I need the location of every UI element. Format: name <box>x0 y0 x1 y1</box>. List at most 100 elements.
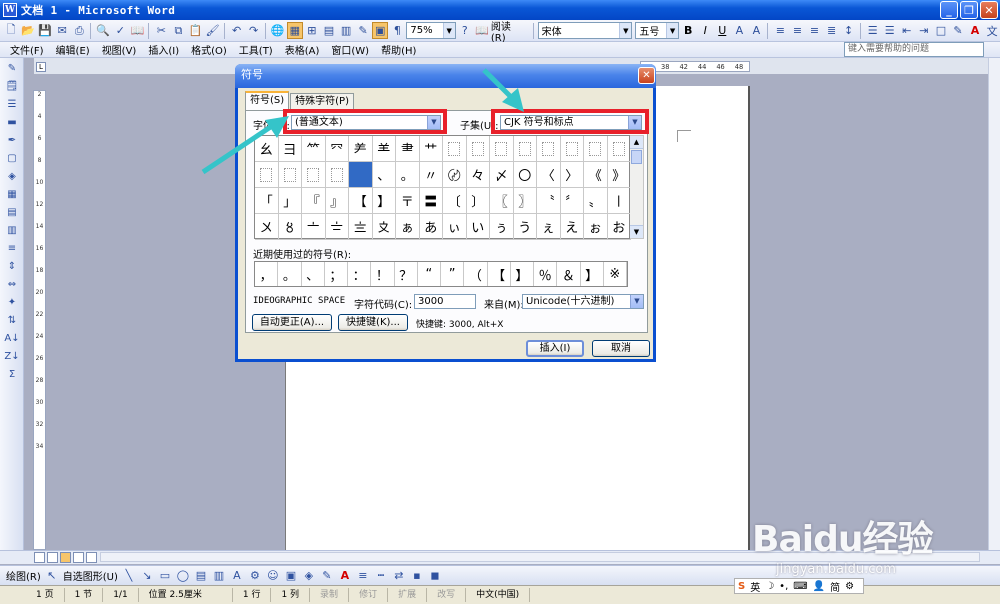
diagram-icon[interactable]: ⚙ <box>248 569 262 583</box>
cut-icon[interactable]: ✂ <box>153 22 169 39</box>
symbol-cell[interactable]: 〝 <box>537 188 561 214</box>
symbol-cell[interactable]: ⺶ <box>349 136 373 162</box>
symbol-cell[interactable] <box>443 136 467 162</box>
symbol-cell[interactable]: ⺷ <box>372 136 396 162</box>
symbol-cell[interactable]: 〧 <box>325 214 349 240</box>
reading-mode-button[interactable]: 阅读(R) <box>491 18 524 44</box>
symbol-cell[interactable]: お <box>607 214 631 240</box>
symbol-cell[interactable]: 〄 <box>443 162 467 188</box>
symbol-cell[interactable]: 、 <box>372 162 396 188</box>
autoshapes-button[interactable]: 自选图形(U) <box>63 568 118 583</box>
symbol-cell[interactable]: 〃 <box>419 162 443 188</box>
fill-color-icon[interactable]: ◈ <box>302 569 316 583</box>
restore-button[interactable]: ❐ <box>960 1 978 19</box>
symbol-cell[interactable] <box>560 136 584 162</box>
char-shading-icon[interactable]: A <box>748 22 764 39</box>
line-style-icon[interactable]: ≡ <box>356 569 370 583</box>
symbol-cell[interactable]: ⺾ <box>419 136 443 162</box>
bold-button[interactable]: B <box>680 22 696 39</box>
scroll-down-icon[interactable]: ▼ <box>630 225 643 238</box>
menu-format[interactable]: 格式(O) <box>191 42 227 57</box>
symbol-cell[interactable]: 〩 <box>372 214 396 240</box>
vertical-ruler[interactable]: 2 4 6 8 10 12 14 16 18 20 22 24 26 28 30… <box>33 90 46 550</box>
symbol-cell[interactable]: 〔 <box>443 188 467 214</box>
symbol-cell[interactable]: 〡 <box>607 188 631 214</box>
pen-icon[interactable]: ✒ <box>3 132 21 148</box>
symbol-cell[interactable]: 『 <box>302 188 326 214</box>
distribute-cols-icon[interactable]: ⇔ <box>3 276 21 292</box>
recent-symbol-cell[interactable]: （ <box>464 262 488 286</box>
edit-icon[interactable]: ✎ <box>3 60 21 76</box>
symbol-grid-scrollbar[interactable]: ▲ ▼ <box>630 135 644 239</box>
line-icon[interactable]: ╲ <box>122 569 136 583</box>
line-color-icon[interactable]: ✎ <box>320 569 334 583</box>
recent-symbol-cell[interactable]: ， <box>255 262 279 286</box>
recent-symbol-cell[interactable]: ！ <box>371 262 395 286</box>
symbol-cell[interactable]: 〉 <box>560 162 584 188</box>
symbol-cell[interactable]: 〗 <box>513 188 537 214</box>
from-select[interactable]: Unicode(十六进制) ▼ <box>522 294 644 309</box>
symbol-grid[interactable]: ⺓⺕⺮⺳⺶⺷⺻⺾ 、。〃〄々〆〇〈〉《》「」『』【】〒〓〔〕〖〗〝〞〟〡〤〥〦〧… <box>254 135 631 240</box>
scroll-up-icon[interactable]: ▲ <box>630 136 643 149</box>
phonetic-guide-icon[interactable]: 文 <box>984 22 1000 39</box>
bullets-icon[interactable]: ☰ <box>882 22 898 39</box>
status-overtype[interactable]: 改写 <box>427 588 467 602</box>
insert-excel-icon[interactable]: ▤ <box>321 22 337 39</box>
menu-help[interactable]: 帮助(H) <box>381 42 416 57</box>
symbol-cell[interactable] <box>607 136 631 162</box>
symbol-cell[interactable]: ぃ <box>443 214 467 240</box>
symbol-cell[interactable] <box>490 136 514 162</box>
symbol-cell[interactable]: 〒 <box>396 188 420 214</box>
symbol-cell[interactable]: 》 <box>607 162 631 188</box>
char-border-icon[interactable]: A <box>731 22 747 39</box>
menu-insert[interactable]: 插入(I) <box>148 42 179 57</box>
recent-symbol-cell[interactable]: ： <box>348 262 372 286</box>
recent-symbol-cell[interactable]: ％ <box>534 262 558 286</box>
shortcut-key-button[interactable]: 快捷键(K)... <box>338 314 408 331</box>
symbol-cell[interactable]: ⺻ <box>396 136 420 162</box>
menu-table[interactable]: 表格(A) <box>285 42 320 57</box>
menu-file[interactable]: 文件(F) <box>10 42 44 57</box>
paste-icon[interactable]: 📋 <box>188 22 204 39</box>
oval-icon[interactable]: ◯ <box>176 569 190 583</box>
copy-icon[interactable]: ⧉ <box>170 22 186 39</box>
italic-button[interactable]: I <box>697 22 713 39</box>
autocorrect-button[interactable]: 自动更正(A)... <box>252 314 332 331</box>
horizontal-ruler[interactable]: 38 42 44 46 48 <box>640 61 750 72</box>
symbol-cell[interactable] <box>302 162 326 188</box>
print-icon[interactable]: ⎙ <box>71 22 87 39</box>
font-color-icon[interactable]: A <box>967 22 983 39</box>
3d-icon[interactable]: ◼ <box>428 569 442 583</box>
autosum-icon[interactable]: Σ <box>3 366 21 382</box>
symbol-cell[interactable]: 「 <box>255 188 279 214</box>
recent-symbol-cell[interactable]: ＆ <box>557 262 581 286</box>
arrow-icon[interactable]: ↘ <box>140 569 154 583</box>
symbol-cell[interactable]: 」 <box>278 188 302 214</box>
symbol-cell[interactable]: 【 <box>349 188 373 214</box>
wordart-icon[interactable]: A <box>230 569 244 583</box>
line-spacing-icon[interactable]: ↕ <box>841 22 857 39</box>
open-folder-icon[interactable]: 📂 <box>20 22 36 39</box>
spelling-icon[interactable]: ✓ <box>112 22 128 39</box>
symbol-cell[interactable] <box>513 136 537 162</box>
symbol-cell[interactable]: ⺳ <box>325 136 349 162</box>
vertical-scrollbar[interactable] <box>988 58 1000 550</box>
tab-special-characters[interactable]: 特殊字符(P) <box>290 93 354 110</box>
insert-table-icon[interactable]: ⊞ <box>304 22 320 39</box>
highlight-icon[interactable]: ✎ <box>950 22 966 39</box>
align-center-icon[interactable]: ≡ <box>789 22 805 39</box>
lines-icon[interactable]: ☰ <box>3 96 21 112</box>
zoom-combo[interactable]: 75% ▼ <box>406 22 456 39</box>
recent-symbol-cell[interactable]: 、 <box>302 262 325 286</box>
font-name-combo[interactable]: 宋体 ▼ <box>537 22 633 39</box>
format-painter-icon[interactable]: 🖌 <box>205 22 221 39</box>
recent-symbol-cell[interactable]: 】 <box>581 262 604 286</box>
outside-border-icon[interactable]: □ <box>933 22 949 39</box>
decrease-indent-icon[interactable]: ⇤ <box>899 22 915 39</box>
recent-symbol-cell[interactable]: 。 <box>278 262 302 286</box>
menu-window[interactable]: 窗口(W) <box>331 42 369 57</box>
new-document-icon[interactable]: 🗋 <box>3 22 19 39</box>
shading-icon[interactable]: ◈ <box>3 168 21 184</box>
symbol-cell[interactable]: 〟 <box>584 188 608 214</box>
symbol-cell[interactable]: 《 <box>584 162 608 188</box>
